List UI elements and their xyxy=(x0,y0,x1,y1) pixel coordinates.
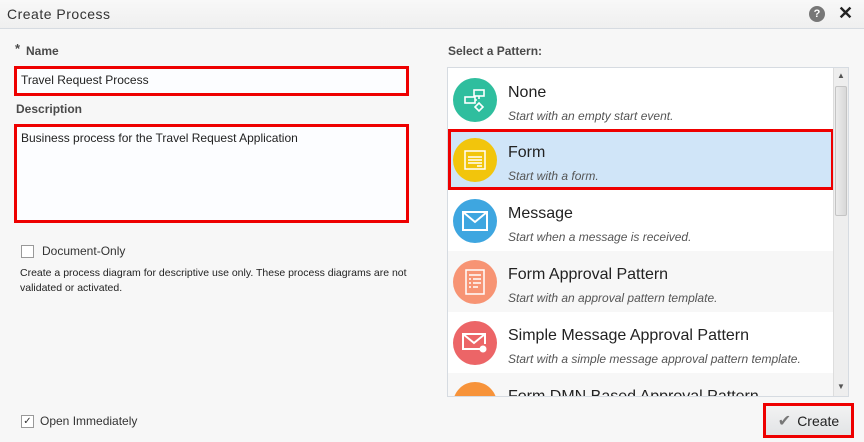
pattern-title: Message xyxy=(508,205,573,222)
pattern-subtitle: Start with an empty start event. xyxy=(508,109,674,123)
pattern-title: Form Approval Pattern xyxy=(508,266,669,283)
description-label: Description xyxy=(16,102,83,116)
pattern-subtitle: Start with a simple message approval pat… xyxy=(508,352,801,366)
envelope-check-icon xyxy=(453,321,497,365)
pattern-item-form[interactable]: Form Start with a form. xyxy=(448,129,834,190)
pattern-item-none[interactable]: None Start with an empty start event. xyxy=(448,69,834,130)
close-icon[interactable]: ✕ xyxy=(838,3,853,24)
pattern-title: Form DMN Based Approval Pattern xyxy=(508,388,759,397)
scrollbar-thumb[interactable] xyxy=(835,86,847,216)
create-button[interactable]: ✔ Create xyxy=(763,403,854,438)
pattern-label: Select a Pattern: xyxy=(448,44,543,58)
pattern-item-form-approval[interactable]: Form Approval Pattern Start with an appr… xyxy=(448,251,834,312)
dmn-icon xyxy=(453,382,497,396)
pattern-item-form-dmn-approval[interactable]: Form DMN Based Approval Pattern xyxy=(448,373,834,397)
required-mark: * xyxy=(15,41,21,56)
checklist-icon xyxy=(453,260,497,304)
pattern-list-scrollbar[interactable]: ▲ ▼ xyxy=(833,68,848,396)
dialog-titlebar: Create Process ? ✕ xyxy=(0,0,864,29)
open-immediately-label: Open Immediately xyxy=(40,414,138,428)
dialog-title: Create Process xyxy=(7,6,111,22)
document-only-help: Create a process diagram for descriptive… xyxy=(20,267,407,294)
document-only-checkbox[interactable] xyxy=(21,245,34,258)
create-button-label: Create xyxy=(797,412,840,429)
pattern-item-simple-message-approval[interactable]: Simple Message Approval Pattern Start wi… xyxy=(448,312,834,373)
document-only-label: Document-Only xyxy=(42,244,126,258)
pattern-item-message[interactable]: Message Start when a message is received… xyxy=(448,190,834,251)
open-immediately-checkbox[interactable]: ✓ xyxy=(21,415,34,428)
help-icon[interactable]: ? xyxy=(809,6,825,22)
name-input[interactable]: Travel Request Process xyxy=(14,66,409,96)
scroll-down-icon[interactable]: ▼ xyxy=(837,382,845,391)
pattern-title: Simple Message Approval Pattern xyxy=(508,327,750,344)
pattern-subtitle: Start with a form. xyxy=(508,169,599,183)
form-icon xyxy=(453,138,497,182)
scroll-up-icon[interactable]: ▲ xyxy=(837,71,845,80)
pattern-title: Form xyxy=(508,144,546,161)
pattern-subtitle: Start when a message is received. xyxy=(508,230,692,244)
checkmark-icon: ✔ xyxy=(777,412,792,430)
pattern-title: None xyxy=(508,84,547,101)
description-textarea[interactable]: Business process for the Travel Request … xyxy=(14,124,409,223)
process-diagram-icon xyxy=(453,78,497,122)
envelope-icon xyxy=(453,199,497,243)
pattern-list[interactable]: None Start with an empty start event. Fo… xyxy=(447,67,849,397)
pattern-subtitle: Start with an approval pattern template. xyxy=(508,291,718,305)
name-label: Name xyxy=(26,44,59,58)
